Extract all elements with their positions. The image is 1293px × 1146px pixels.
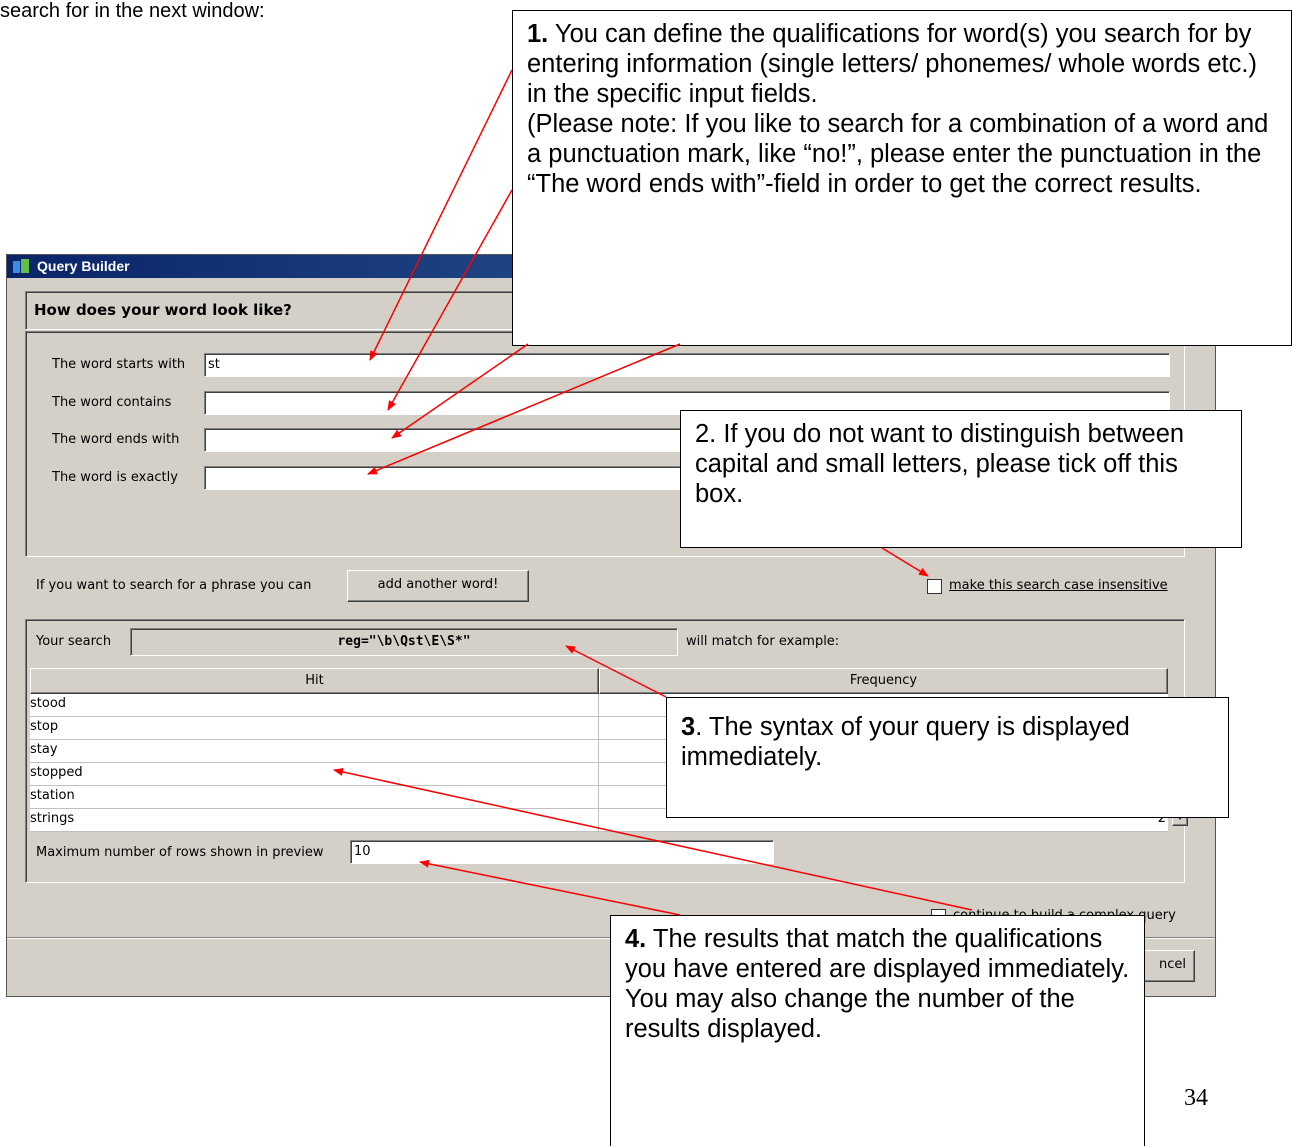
intro-text: search for in the next window: bbox=[0, 0, 265, 22]
match-label: will match for example: bbox=[686, 634, 840, 649]
is-exactly-label: The word is exactly bbox=[52, 470, 178, 485]
case-insensitive-checkbox[interactable] bbox=[927, 579, 942, 594]
callout-2-text: 2. If you do not want to distinguish bet… bbox=[695, 420, 1185, 508]
search-syntax-field: reg="\b\Qst\E\S*" bbox=[130, 628, 678, 656]
starts-with-input[interactable]: st bbox=[204, 353, 1170, 377]
max-rows-label: Maximum number of rows shown in preview bbox=[36, 845, 324, 860]
query-builder-dialog: Query Builder How does your word look li… bbox=[6, 254, 1216, 997]
callout-4: 4. The results that match the qualificat… bbox=[610, 915, 1145, 1146]
callout-1-number: 1. bbox=[527, 20, 549, 48]
callout-4-number: 4. bbox=[625, 925, 647, 953]
your-search-label: Your search bbox=[36, 634, 112, 649]
section-heading: How does your word look like? bbox=[34, 301, 292, 319]
app-icon bbox=[13, 259, 29, 273]
max-rows-input[interactable]: 10 bbox=[350, 840, 774, 864]
hit-column-header[interactable]: Hit bbox=[30, 668, 599, 694]
add-another-word-button[interactable]: add another word! bbox=[347, 570, 529, 602]
callout-1: 1. You can define the qualifications for… bbox=[512, 10, 1292, 346]
phrase-label: If you want to search for a phrase you c… bbox=[36, 578, 312, 593]
callout-3-text: . The syntax of your query is displayed … bbox=[681, 713, 1130, 771]
page-number: 34 bbox=[1184, 1085, 1208, 1111]
callout-2: 2. If you do not want to distinguish bet… bbox=[680, 410, 1242, 548]
callout-3-number: 3 bbox=[681, 713, 696, 741]
is-exactly-input[interactable] bbox=[204, 466, 704, 490]
callout-1-note: (Please note: If you like to search for … bbox=[527, 110, 1269, 198]
dialog-title: Query Builder bbox=[37, 258, 130, 274]
callout-1-text: You can define the qualifications for wo… bbox=[527, 20, 1257, 108]
contains-label: The word contains bbox=[52, 395, 172, 410]
callout-4-text-2: You may also change the number of the re… bbox=[625, 985, 1075, 1043]
frequency-column-header[interactable]: Frequency bbox=[599, 668, 1168, 694]
ends-with-input[interactable] bbox=[204, 428, 704, 452]
starts-with-label: The word starts with bbox=[52, 357, 186, 372]
callout-4-text: The results that match the qualification… bbox=[625, 925, 1130, 983]
callout-3: 3. The syntax of your query is displayed… bbox=[666, 697, 1229, 818]
case-insensitive-label: make this search case insensitive bbox=[949, 578, 1168, 593]
ends-with-label: The word ends with bbox=[52, 432, 180, 447]
